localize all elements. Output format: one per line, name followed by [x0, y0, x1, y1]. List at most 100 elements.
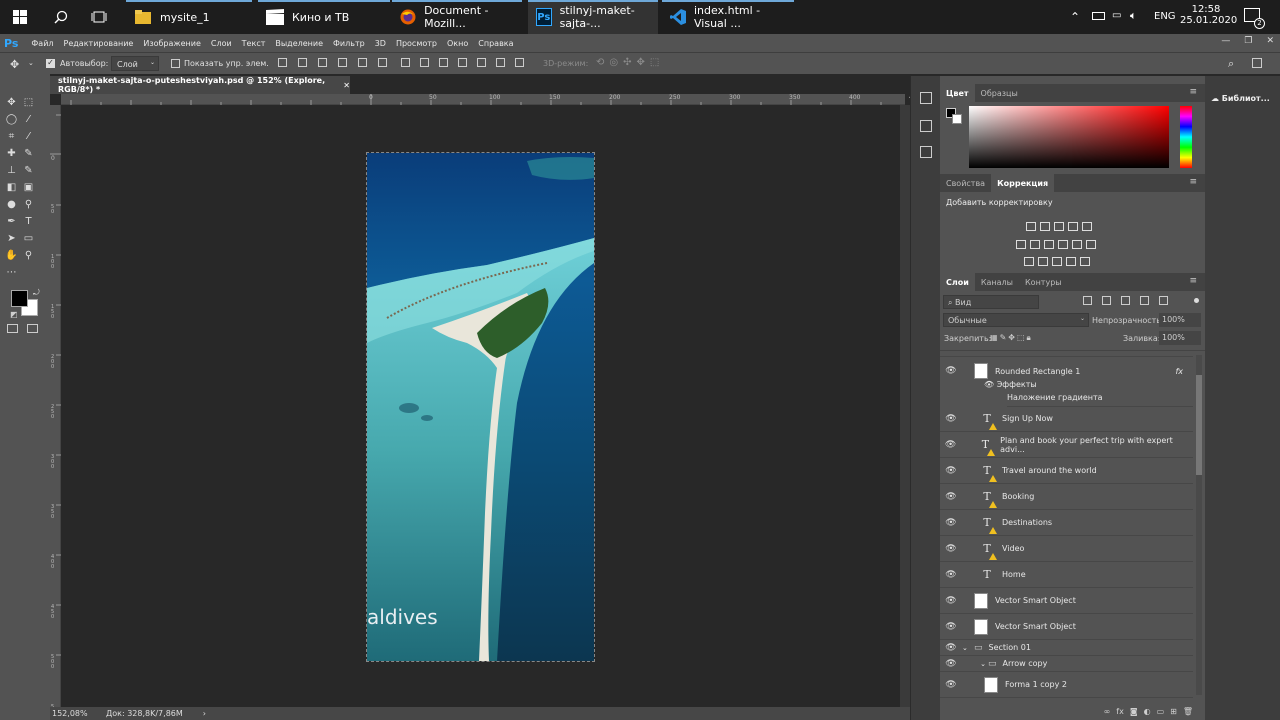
crop-tool-icon[interactable]: ⌗	[3, 128, 20, 144]
layer-rounded-rectangle[interactable]: 👁︎ Rounded Rectangle 1 fx	[940, 357, 1193, 385]
lock-position-icon[interactable]: ✥	[1008, 333, 1015, 343]
visibility-eye-icon[interactable]: 👁︎	[940, 414, 962, 424]
align-top-icon[interactable]	[278, 58, 287, 67]
filter-pixel-icon[interactable]	[1083, 296, 1092, 305]
layer-row[interactable]	[940, 351, 1193, 357]
visibility-eye-icon[interactable]: 👁︎	[940, 622, 962, 632]
chevron-down-icon[interactable]: ⌄	[962, 644, 974, 652]
threshold-icon[interactable]	[1052, 257, 1062, 266]
visibility-eye-icon[interactable]: 👁︎	[940, 544, 962, 554]
move-tool-icon[interactable]: ✥	[3, 94, 20, 110]
language-indicator[interactable]: ENG	[1154, 11, 1176, 22]
fill-field[interactable]: 100%	[1159, 331, 1201, 345]
taskbar-app-vscode[interactable]: index.html - Visual ...	[662, 0, 794, 34]
task-view-icon[interactable]	[82, 0, 116, 34]
panel-menu-icon[interactable]: ≡	[1189, 87, 1197, 97]
default-colors-icon[interactable]: ◩	[10, 310, 18, 319]
filter-type-icon[interactable]	[1121, 296, 1130, 305]
lock-transparency-icon[interactable]: ▦	[990, 333, 998, 343]
taskbar-app-firefox[interactable]: Document - Mozill...	[392, 0, 522, 34]
libraries-button[interactable]: ☁︎ Библиот...	[1211, 94, 1270, 103]
delete-layer-icon[interactable]: 🗑︎	[1183, 707, 1193, 716]
canvas-text-maldives[interactable]: aldives	[367, 605, 438, 629]
align-right-icon[interactable]	[378, 58, 387, 67]
layer-smart-object[interactable]: 👁︎ Vector Smart Object	[940, 588, 1193, 614]
3d-scale-icon[interactable]: ⬚	[650, 57, 659, 68]
chevron-down-icon[interactable]: ⌄	[962, 660, 986, 668]
clone-stamp-tool-icon[interactable]: ⊥	[3, 162, 20, 178]
clock[interactable]: 12:58 25.01.2020	[1180, 4, 1237, 26]
rectangle-tool-icon[interactable]: ▭	[20, 230, 37, 246]
document-tab[interactable]: stilnyj-maket-sajta-o-puteshestviyah.psd…	[50, 76, 350, 94]
chevron-right-icon[interactable]: ›	[203, 709, 206, 718]
actions-panel-icon[interactable]	[920, 120, 932, 132]
eraser-tool-icon[interactable]: ◧	[3, 179, 20, 195]
posterize-icon[interactable]	[1038, 257, 1048, 266]
tab-adjustments[interactable]: Коррекция	[991, 174, 1055, 192]
search-icon[interactable]	[44, 0, 78, 34]
chevron-up-icon[interactable]: ⌃	[1070, 10, 1080, 24]
autoselect-dropdown[interactable]: Слой ⌄	[111, 56, 159, 71]
volume-icon[interactable]: 🔈︎	[1130, 9, 1137, 23]
add-mask-icon[interactable]: ◙	[1130, 707, 1138, 716]
hue-saturation-icon[interactable]	[1016, 240, 1026, 249]
selective-color-icon[interactable]	[1080, 257, 1090, 266]
3d-rotate-icon[interactable]: ⟲	[596, 57, 604, 68]
move-tool-icon[interactable]: ✥	[10, 58, 19, 71]
visibility-eye-icon[interactable]: 👁︎	[940, 643, 962, 653]
canvas-area[interactable]: aldives	[61, 105, 900, 707]
distribute-top-icon[interactable]	[401, 58, 410, 67]
align-vcenter-icon[interactable]	[298, 58, 307, 67]
photoshop-logo[interactable]: Ps	[0, 37, 26, 50]
distribute-right-icon[interactable]	[496, 58, 505, 67]
filter-smart-icon[interactable]	[1159, 296, 1168, 305]
menu-edit[interactable]: Редактирование	[59, 39, 139, 48]
brush-tool-icon[interactable]: ✎	[20, 145, 37, 161]
chevron-down-icon[interactable]: ⌄	[28, 59, 34, 67]
3d-slide-icon[interactable]: ✥	[637, 57, 645, 68]
curves-icon[interactable]	[1054, 222, 1064, 231]
blur-tool-icon[interactable]: ●	[3, 196, 20, 212]
gradient-overlay-row[interactable]: Наложение градиента	[1007, 393, 1193, 407]
layers-scrollbar[interactable]	[1196, 355, 1202, 695]
path-selection-tool-icon[interactable]: ➤	[3, 230, 20, 246]
tab-color[interactable]: Цвет	[940, 84, 975, 102]
menu-3d[interactable]: 3D	[370, 39, 391, 48]
magic-wand-tool-icon[interactable]: ⁄	[20, 111, 37, 127]
black-white-icon[interactable]	[1044, 240, 1054, 249]
color-lookup-icon[interactable]	[1086, 240, 1096, 249]
visibility-eye-icon[interactable]: 👁︎	[940, 492, 962, 502]
layer-text[interactable]: 👁︎ T Booking	[940, 484, 1193, 510]
distribute-bottom-icon[interactable]	[439, 58, 448, 67]
screen-mode-icon[interactable]	[27, 324, 38, 333]
menu-window[interactable]: Окно	[442, 39, 473, 48]
taskbar-app-photoshop[interactable]: Ps stilnyj-maket-sajta-...	[528, 0, 658, 34]
layer-effects-row[interactable]: 👁︎ Эффекты	[984, 380, 1037, 389]
visibility-eye-icon[interactable]: 👁︎	[940, 440, 961, 450]
filter-toggle[interactable]	[1194, 298, 1199, 303]
character-panel-icon[interactable]	[920, 146, 932, 158]
photo-filter-icon[interactable]	[1058, 240, 1068, 249]
tab-properties[interactable]: Свойства	[940, 174, 991, 192]
layer-text[interactable]: 👁︎ T Sign Up Now	[940, 406, 1193, 432]
background-color-swatch[interactable]	[952, 114, 962, 124]
layer-text[interactable]: 👁︎ T Home	[940, 562, 1193, 588]
layer-smart-object[interactable]: 👁︎ Vector Smart Object	[940, 614, 1193, 640]
type-tool-icon[interactable]: T	[20, 213, 37, 229]
3d-pan-icon[interactable]: ✣	[623, 57, 631, 68]
add-style-icon[interactable]: fx	[1116, 707, 1124, 716]
ruler-vertical[interactable]: 0 50100150200250300350400450500550	[50, 105, 61, 720]
panel-menu-icon[interactable]: ≡	[1189, 276, 1197, 286]
zoom-tool-icon[interactable]: ⚲	[20, 247, 37, 263]
menu-layers[interactable]: Слои	[206, 39, 237, 48]
layer-text[interactable]: 👁︎ T Travel around the world	[940, 458, 1193, 484]
layer-text[interactable]: 👁︎ T Video	[940, 536, 1193, 562]
minimize-icon[interactable]: —	[1221, 36, 1230, 46]
foreground-color-swatch[interactable]	[11, 290, 28, 307]
opacity-field[interactable]: 100%	[1159, 313, 1201, 327]
dodge-tool-icon[interactable]: ⚲	[20, 196, 37, 212]
channel-mixer-icon[interactable]	[1072, 240, 1082, 249]
search-icon[interactable]: ⌕	[1228, 57, 1234, 71]
menu-help[interactable]: Справка	[473, 39, 518, 48]
distribute-hcenter-icon[interactable]	[477, 58, 486, 67]
